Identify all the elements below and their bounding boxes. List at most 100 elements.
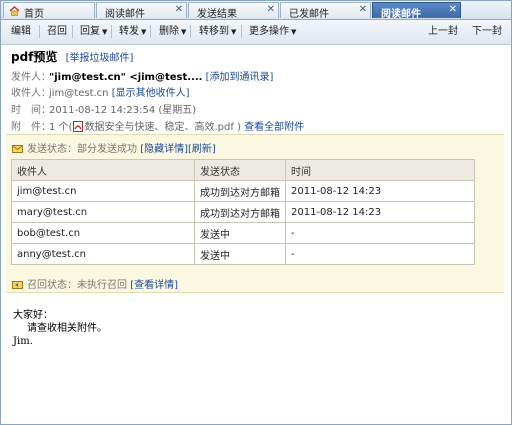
from-row: 发件人："jim@test.cn" <jim@test.... [添加到通讯录] — [11, 68, 273, 83]
recipient-cell: jim@test.cn — [11, 180, 195, 202]
home-icon — [9, 6, 20, 16]
body-signature: Jim. — [13, 336, 33, 347]
send-status-panel: 发送状态：部分发送成功 [隐藏详情][刷新] 收件人 发送状态 时间 jim@t… — [6, 134, 504, 293]
table-row: mary@test.cn 成功到达对方邮箱 2011-08-12 14:23 — [11, 201, 475, 223]
tab-read-mail[interactable]: 阅读邮件 ✕ — [96, 2, 187, 20]
view-all-attachments-link[interactable]: 查看全部附件 — [244, 122, 304, 133]
recipient-status-table: 收件人 发送状态 时间 jim@test.cn 成功到达对方邮箱 2011-08… — [11, 159, 475, 265]
time-row: 时 间：2011-08-12 14:23:54 (星期五) — [11, 101, 196, 116]
recall-envelope-icon — [12, 281, 23, 289]
attachment-label: 附 件： — [11, 122, 51, 133]
forward-button[interactable]: 转发 ▼ — [116, 24, 149, 39]
toolbar-divider — [39, 25, 40, 38]
attachment-count: 1 个( — [49, 122, 73, 133]
toolbar-divider — [111, 25, 112, 38]
delete-button[interactable]: 删除 ▼ — [156, 24, 189, 39]
time-cell: - — [285, 222, 475, 244]
tab-label: 已发邮件 — [289, 9, 329, 20]
mail-subject: pdf预览 [举报垃圾邮件] — [11, 48, 133, 65]
body-line: 请查收相关附件。 — [27, 323, 107, 334]
forward-label: 转发 — [119, 26, 139, 37]
send-status-line: 发送状态：部分发送成功 [隐藏详情][刷新] — [12, 140, 216, 155]
attachment-filename[interactable]: 数据安全与快速、稳定、高效.pdf ) — [84, 122, 240, 133]
recall-status-text: 未执行召回 — [77, 280, 127, 291]
toolbar-divider — [190, 25, 191, 38]
close-icon[interactable]: ✕ — [449, 4, 457, 15]
recall-button[interactable]: 召回 — [44, 24, 70, 39]
close-icon[interactable]: ✕ — [175, 4, 183, 15]
move-to-label: 转移到 — [199, 26, 229, 37]
column-header-status: 发送状态 — [194, 159, 286, 181]
status-cell: 发送中 — [194, 222, 286, 244]
tab-send-result[interactable]: 发送结果 ✕ — [188, 2, 279, 20]
tab-label: 发送结果 — [197, 9, 237, 20]
status-cell: 成功到达对方邮箱 — [194, 180, 286, 202]
envelope-icon — [12, 145, 23, 153]
status-cell: 发送中 — [194, 243, 286, 265]
edit-button[interactable]: 编辑 — [8, 24, 34, 39]
toolbar-divider — [150, 25, 151, 38]
move-to-button[interactable]: 转移到 ▼ — [196, 24, 239, 39]
recall-status-line: 召回状态：未执行召回 [查看详情] — [12, 276, 178, 291]
toolbar-divider — [241, 25, 242, 38]
mail-window: 首页 阅读邮件 ✕ 发送结果 ✕ 已发邮件 ✕ 阅读邮件 ✕ 编辑 召回 回复 ▼… — [0, 0, 512, 425]
send-status-text: 部分发送成功 — [77, 144, 137, 155]
close-icon[interactable]: ✕ — [359, 4, 367, 15]
refresh-link[interactable]: [刷新] — [188, 144, 216, 155]
column-header-recipient: 收件人 — [11, 159, 195, 181]
pdf-icon — [73, 121, 84, 132]
from-value[interactable]: "jim@test.cn" <jim@test.... — [49, 72, 202, 83]
time-cell: 2011-08-12 14:23 — [285, 201, 475, 223]
table-row: jim@test.cn 成功到达对方邮箱 2011-08-12 14:23 — [11, 180, 475, 202]
table-header: 收件人 发送状态 时间 — [11, 159, 475, 181]
mail-body: 大家好： 请查收相关附件。 Jim. — [13, 309, 107, 348]
more-actions-label: 更多操作 — [249, 26, 289, 37]
attachment-row: 附 件：1 个( 数据安全与快速、稳定、高效.pdf ) 查看全部附件 — [11, 118, 304, 133]
toolbar: 编辑 召回 回复 ▼ 转发 ▼ 删除 ▼ 转移到 ▼ 更多操作 ▼ 上一封 下一封 — [1, 20, 511, 45]
to-row: 收件人：jim@test.cn [显示其他收件人] — [11, 84, 190, 99]
reply-button[interactable]: 回复 ▼ — [77, 24, 110, 39]
close-icon[interactable]: ✕ — [267, 4, 275, 15]
recipient-cell: mary@test.cn — [11, 201, 195, 223]
tab-label: 首页 — [24, 9, 44, 20]
subject-text: pdf预览 — [11, 50, 58, 64]
chevron-down-icon: ▼ — [181, 28, 187, 36]
more-actions-button[interactable]: 更多操作 ▼ — [246, 24, 299, 39]
from-label: 发件人： — [11, 72, 51, 83]
table-row: bob@test.cn 发送中 - — [11, 222, 475, 244]
time-label: 时 间： — [11, 105, 51, 116]
chevron-down-icon: ▼ — [102, 28, 108, 36]
prev-mail-button[interactable]: 上一封 — [425, 24, 461, 39]
recipient-cell: bob@test.cn — [11, 222, 195, 244]
chevron-down-icon: ▼ — [141, 28, 147, 36]
time-cell: - — [285, 243, 475, 265]
tab-home[interactable]: 首页 — [3, 2, 95, 20]
tab-label: 阅读邮件 — [381, 9, 421, 20]
next-mail-button[interactable]: 下一封 — [469, 24, 505, 39]
column-header-time: 时间 — [285, 159, 475, 181]
status-cell: 成功到达对方邮箱 — [194, 201, 286, 223]
delete-label: 删除 — [159, 26, 179, 37]
reply-label: 回复 — [80, 26, 100, 37]
view-recall-details-link[interactable]: [查看详情] — [130, 280, 178, 291]
report-spam-link[interactable]: [举报垃圾邮件] — [66, 53, 134, 64]
recipient-cell: anny@test.cn — [11, 243, 195, 265]
time-cell: 2011-08-12 14:23 — [285, 180, 475, 202]
table-row: anny@test.cn 发送中 - — [11, 243, 475, 265]
tab-label: 阅读邮件 — [105, 9, 145, 20]
hide-details-link[interactable]: [隐藏详情] — [140, 144, 188, 155]
recall-status-label: 召回状态： — [27, 280, 77, 291]
body-greeting: 大家好： — [13, 310, 53, 321]
tab-read-mail-active[interactable]: 阅读邮件 ✕ — [372, 2, 461, 20]
add-contact-link[interactable]: [添加到通讯录] — [206, 72, 274, 83]
send-status-label: 发送状态： — [27, 144, 77, 155]
time-value: 2011-08-12 14:23:54 (星期五) — [49, 105, 197, 116]
chevron-down-icon: ▼ — [291, 28, 297, 36]
to-label: 收件人： — [11, 88, 51, 99]
chevron-down-icon: ▼ — [231, 28, 237, 36]
show-other-recipients-link[interactable]: [显示其他收件人] — [112, 88, 190, 99]
tab-sent-mail[interactable]: 已发邮件 ✕ — [280, 2, 371, 20]
toolbar-divider — [72, 25, 73, 38]
tab-strip: 首页 阅读邮件 ✕ 发送结果 ✕ 已发邮件 ✕ 阅读邮件 ✕ — [1, 1, 511, 20]
to-value: jim@test.cn — [49, 88, 109, 99]
